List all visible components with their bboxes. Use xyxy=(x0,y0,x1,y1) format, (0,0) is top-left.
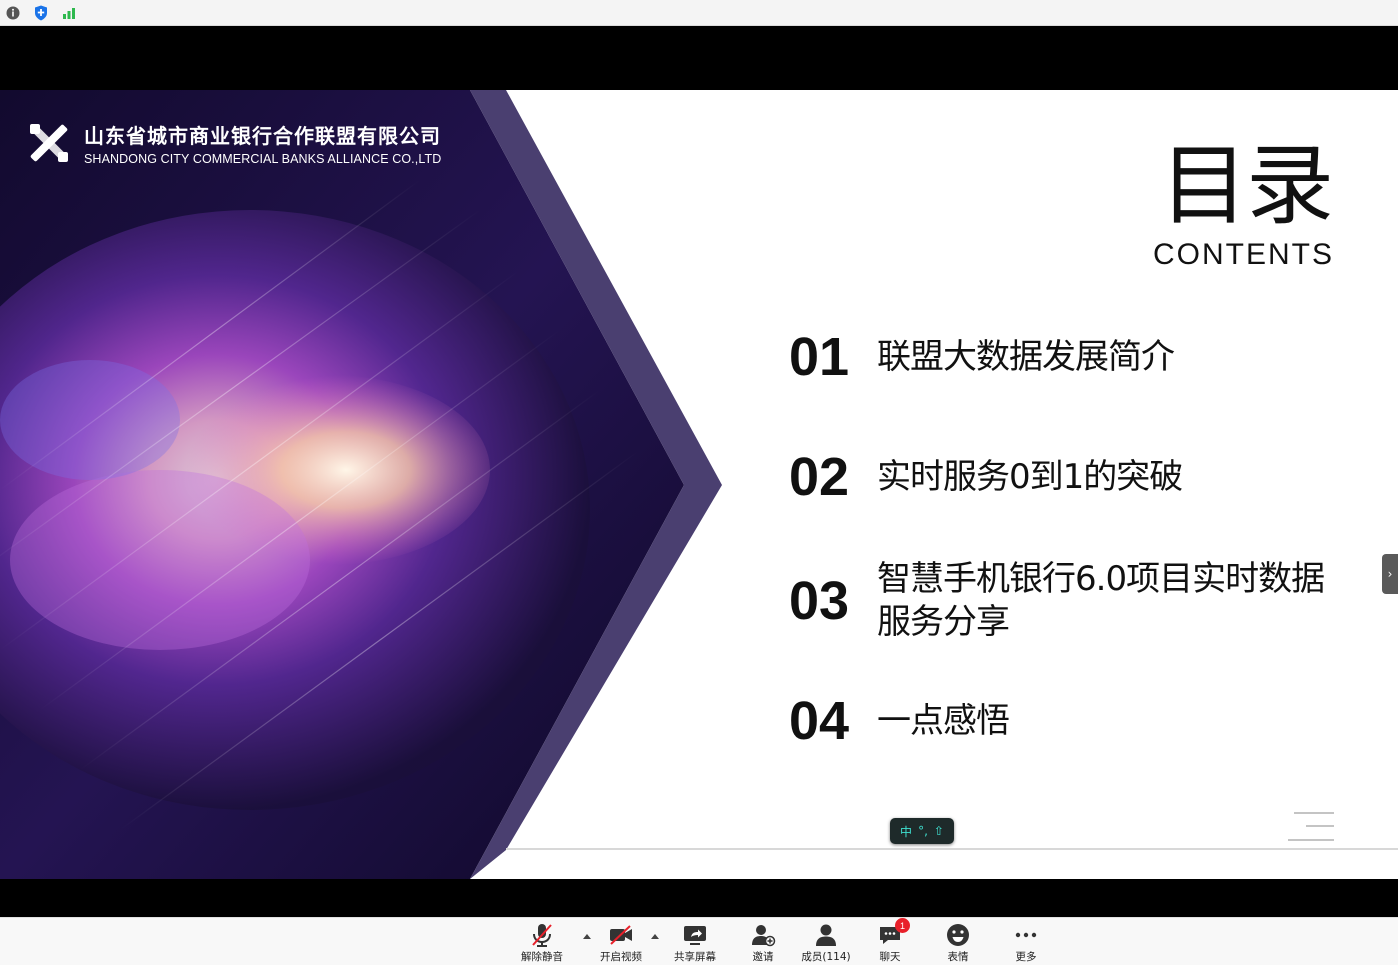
invite-label: 邀请 xyxy=(752,951,774,963)
camera-off-icon xyxy=(610,925,632,945)
members-button[interactable]: 成员(114) xyxy=(794,922,858,964)
shield-icon[interactable] xyxy=(33,5,49,21)
more-label: 更多 xyxy=(1015,951,1037,963)
toc-text: 一点感悟 xyxy=(877,700,1010,741)
reactions-button[interactable]: 表情 xyxy=(926,922,990,964)
toc-item: 02 实时服务0到1的突破 xyxy=(789,446,1183,508)
more-button[interactable]: 更多 xyxy=(994,922,1058,964)
mic-muted-icon xyxy=(532,924,552,947)
slide-divider xyxy=(506,848,1398,850)
video-label: 开启视频 xyxy=(600,951,642,963)
slide-title: 目录 xyxy=(1159,134,1334,237)
decorative-lines xyxy=(1288,812,1334,841)
ime-indicator[interactable]: 中 °, ⇧ xyxy=(890,818,954,844)
toc-text: 智慧手机银行6.0项目实时数据服务分享 xyxy=(877,559,1325,642)
alliance-logo-icon xyxy=(30,124,68,162)
ime-lang: 中 xyxy=(900,824,913,839)
signal-icon[interactable] xyxy=(61,5,77,21)
toc-number: 01 xyxy=(789,327,850,387)
video-options-caret-icon[interactable] xyxy=(651,934,659,939)
chat-button[interactable]: 1 聊天 xyxy=(858,918,922,964)
slide-subtitle: CONTENTS xyxy=(1153,238,1334,271)
company-logo: 山东省城市商业银行合作联盟有限公司 SHANDONG CITY COMMERCI… xyxy=(24,118,441,168)
chat-label: 聊天 xyxy=(879,951,901,963)
status-bar xyxy=(0,0,1398,26)
chat-unread-badge: 1 xyxy=(895,918,910,933)
chat-icon-wrap: 1 xyxy=(877,918,910,948)
smiley-icon xyxy=(947,924,969,946)
ime-mode: ⇧ xyxy=(933,824,944,838)
ime-punct: °, xyxy=(918,824,928,838)
company-name-en: SHANDONG CITY COMMERCIAL BANKS ALLIANCE … xyxy=(84,152,442,166)
emoji-label: 表情 xyxy=(947,951,969,963)
toc-item: 03 智慧手机银行6.0项目实时数据服务分享 xyxy=(789,558,1357,643)
shared-slide: 山东省城市商业银行合作联盟有限公司 SHANDONG CITY COMMERCI… xyxy=(0,90,1398,879)
meeting-toolbar: 解除静音 开启视频 共享屏幕 邀请 成员(114) 1 聊天 表情 更多 xyxy=(0,917,1398,965)
toc-number: 03 xyxy=(789,570,850,631)
unmute-button[interactable]: 解除静音 xyxy=(510,922,574,964)
start-video-button[interactable]: 开启视频 xyxy=(589,922,653,964)
toc-number: 04 xyxy=(789,691,850,751)
company-name-cn: 山东省城市商业银行合作联盟有限公司 xyxy=(84,124,441,148)
share-label: 共享屏幕 xyxy=(674,951,716,963)
members-label: 成员(114) xyxy=(801,951,851,963)
toc-text: 联盟大数据发展简介 xyxy=(877,336,1175,377)
unmute-label: 解除静音 xyxy=(521,951,563,963)
more-dots-icon xyxy=(1015,932,1037,938)
toc-item: 04 一点感悟 xyxy=(789,690,1010,752)
share-screen-button[interactable]: 共享屏幕 xyxy=(663,922,727,964)
share-screen-icon xyxy=(684,926,706,945)
person-icon xyxy=(816,924,836,946)
invite-button[interactable]: 邀请 xyxy=(731,922,795,964)
add-person-icon xyxy=(752,925,776,947)
info-icon[interactable] xyxy=(5,5,21,21)
panel-expand-handle[interactable]: › xyxy=(1382,554,1398,594)
chevron-right-icon: › xyxy=(1387,567,1393,581)
toc-item: 01 联盟大数据发展简介 xyxy=(789,326,1175,388)
toc-number: 02 xyxy=(789,447,850,507)
toc-text: 实时服务0到1的突破 xyxy=(877,456,1183,497)
